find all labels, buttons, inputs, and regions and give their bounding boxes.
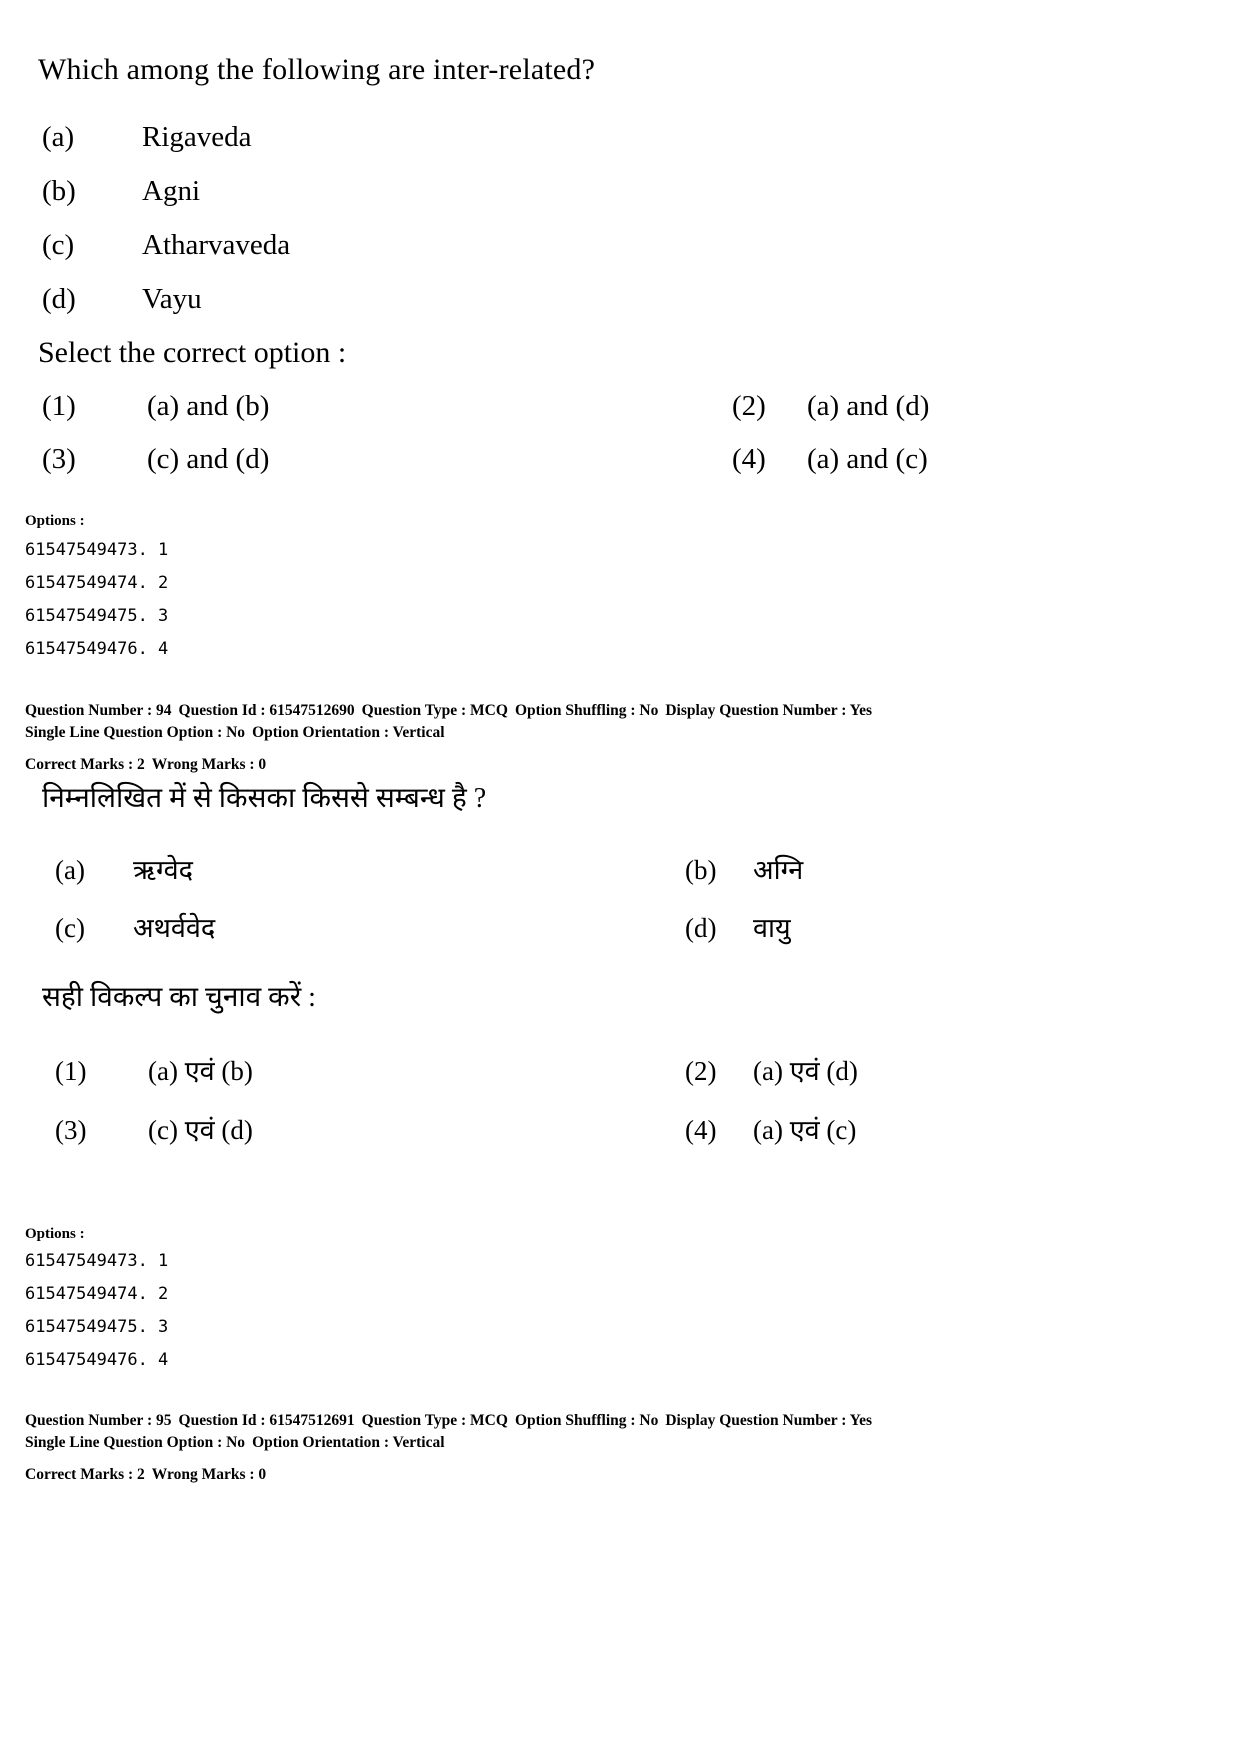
option-id-2-4: 61547549476. 4 [25,1350,169,1370]
option-item-c-label: (c) [42,229,75,261]
meta-question-type-2: Question Type : MCQ [361,1412,508,1429]
hindi-answer-choice-2-number: (2) [685,1056,717,1086]
option-id-2-3: 61547549475. 3 [25,1317,169,1337]
meta-option-shuffling-2: Option Shuffling : No [514,1412,659,1429]
meta-question-number-2: Question Number : 95 [25,1412,172,1429]
answer-choice-4-number: (4) [732,443,766,475]
meta-correct-marks-2: Correct Marks : 2 [25,1465,145,1483]
option-item-d-label: (d) [42,283,76,315]
options-label-1: Options : [25,513,85,529]
meta-wrong-marks-1: Wrong Marks : 0 [151,755,267,773]
hindi-option-item-d-text: वायु [753,913,791,943]
option-item-c: (c) Atharvaveda [42,228,290,263]
option-id-1-3: 61547549475. 3 [25,606,169,626]
hindi-option-item-a: (a) ऋग्वेद [55,850,193,887]
select-correct-option-prompt-hindi: सही विकल्प का चुनाव करें : [42,982,316,1013]
answer-choice-3-number: (3) [42,443,76,475]
hindi-option-item-b: (b) अग्नि [685,850,803,887]
answer-choice-3-text: (c) and (d) [147,443,270,475]
meta-question-type-1: Question Type : MCQ [361,702,508,719]
meta-option-orientation-1: Option Orientation : Vertical [252,724,445,742]
answer-choice-4[interactable]: (4) (a) and (c) [732,443,928,476]
hindi-answer-choice-1-text: (a) एवं (b) [148,1056,253,1086]
meta-question-id-2: Question Id : 61547512691 [178,1412,355,1429]
hindi-answer-choice-1[interactable]: (1) (a) एवं (b) [55,1051,253,1088]
meta-option-orientation-2: Option Orientation : Vertical [252,1434,445,1452]
question-meta-1-line1: Question Number : 94 Question Id : 615475… [25,700,872,722]
question-meta-1: Question Number : 94 Question Id : 615475… [25,700,872,776]
hindi-option-item-c-text: अथर्ववेद [133,913,216,943]
hindi-answer-choice-2[interactable]: (2) (a) एवं (d) [685,1051,858,1088]
option-item-a: (a) Rigaveda [42,120,252,155]
question-meta-1-line2: Single Line Question Option : No Option O… [25,722,872,744]
meta-wrong-marks-2: Wrong Marks : 0 [151,1465,267,1483]
question-meta-1-line3: Correct Marks : 2 Wrong Marks : 0 [25,754,872,776]
hindi-option-item-c: (c) अथर्ववेद [55,908,215,945]
answer-choice-1-number: (1) [42,390,76,422]
answer-choice-1[interactable]: (1) (a) and (b) [42,390,269,423]
question-stem-english: Which among the following are inter-rela… [38,53,596,86]
option-item-b-label: (b) [42,175,76,207]
answer-choice-2[interactable]: (2) (a) and (d) [732,390,929,423]
question-meta-2: Question Number : 95 Question Id : 615475… [25,1410,872,1486]
meta-question-number-1: Question Number : 94 [25,702,172,719]
option-id-2-2: 61547549474. 2 [25,1284,169,1304]
hindi-option-item-a-label: (a) [55,855,85,885]
option-item-b: (b) Agni [42,174,200,209]
option-id-1-2: 61547549474. 2 [25,573,169,593]
meta-display-question-number-1: Display Question Number : Yes [665,702,873,719]
question-meta-2-line1: Question Number : 95 Question Id : 615475… [25,1410,872,1432]
option-item-c-text: Atharvaveda [142,229,291,261]
hindi-answer-choice-2-text: (a) एवं (d) [753,1056,858,1086]
hindi-answer-choice-1-number: (1) [55,1056,87,1086]
hindi-answer-choice-4[interactable]: (4) (a) एवं (c) [685,1110,856,1147]
hindi-answer-choice-4-text: (a) एवं (c) [753,1115,857,1145]
hindi-answer-choice-3-number: (3) [55,1115,87,1145]
answer-choice-2-number: (2) [732,390,766,422]
option-item-d: (d) Vayu [42,282,202,317]
meta-option-shuffling-1: Option Shuffling : No [514,702,659,719]
answer-choice-1-text: (a) and (b) [147,390,270,422]
question-meta-2-line2: Single Line Question Option : No Option O… [25,1432,872,1454]
hindi-option-item-b-text: अग्नि [753,855,804,885]
option-id-1-1: 61547549473. 1 [25,540,169,560]
option-item-b-text: Agni [142,175,200,207]
answer-choice-3[interactable]: (3) (c) and (d) [42,443,269,476]
hindi-option-item-b-label: (b) [685,855,717,885]
meta-question-id-1: Question Id : 61547512690 [178,702,355,719]
option-id-2-1: 61547549473. 1 [25,1251,169,1271]
question-stem-hindi: निम्नलिखित में से किसका किससे सम्बन्ध है… [42,783,487,814]
hindi-answer-choice-4-number: (4) [685,1115,717,1145]
answer-choice-2-text: (a) and (d) [807,390,930,422]
question-meta-2-line3: Correct Marks : 2 Wrong Marks : 0 [25,1464,872,1486]
option-id-1-4: 61547549476. 4 [25,639,169,659]
hindi-option-item-d-label: (d) [685,913,717,943]
option-item-d-text: Vayu [142,283,202,315]
option-item-a-text: Rigaveda [142,121,252,153]
hindi-answer-choice-3-text: (c) एवं (d) [148,1115,253,1145]
hindi-option-item-a-text: ऋग्वेद [133,855,193,885]
exam-question-page: Which among the following are inter-rela… [0,0,1240,1754]
hindi-answer-choice-3[interactable]: (3) (c) एवं (d) [55,1110,253,1147]
select-correct-option-prompt: Select the correct option : [38,336,347,369]
meta-display-question-number-2: Display Question Number : Yes [665,1412,873,1429]
hindi-option-item-c-label: (c) [55,913,85,943]
meta-correct-marks-1: Correct Marks : 2 [25,755,145,773]
meta-single-line-option-1: Single Line Question Option : No [25,724,246,742]
option-item-a-label: (a) [42,121,75,153]
answer-choice-4-text: (a) and (c) [807,443,928,475]
options-label-2: Options : [25,1226,85,1242]
hindi-option-item-d: (d) वायु [685,908,791,945]
meta-single-line-option-2: Single Line Question Option : No [25,1434,246,1452]
